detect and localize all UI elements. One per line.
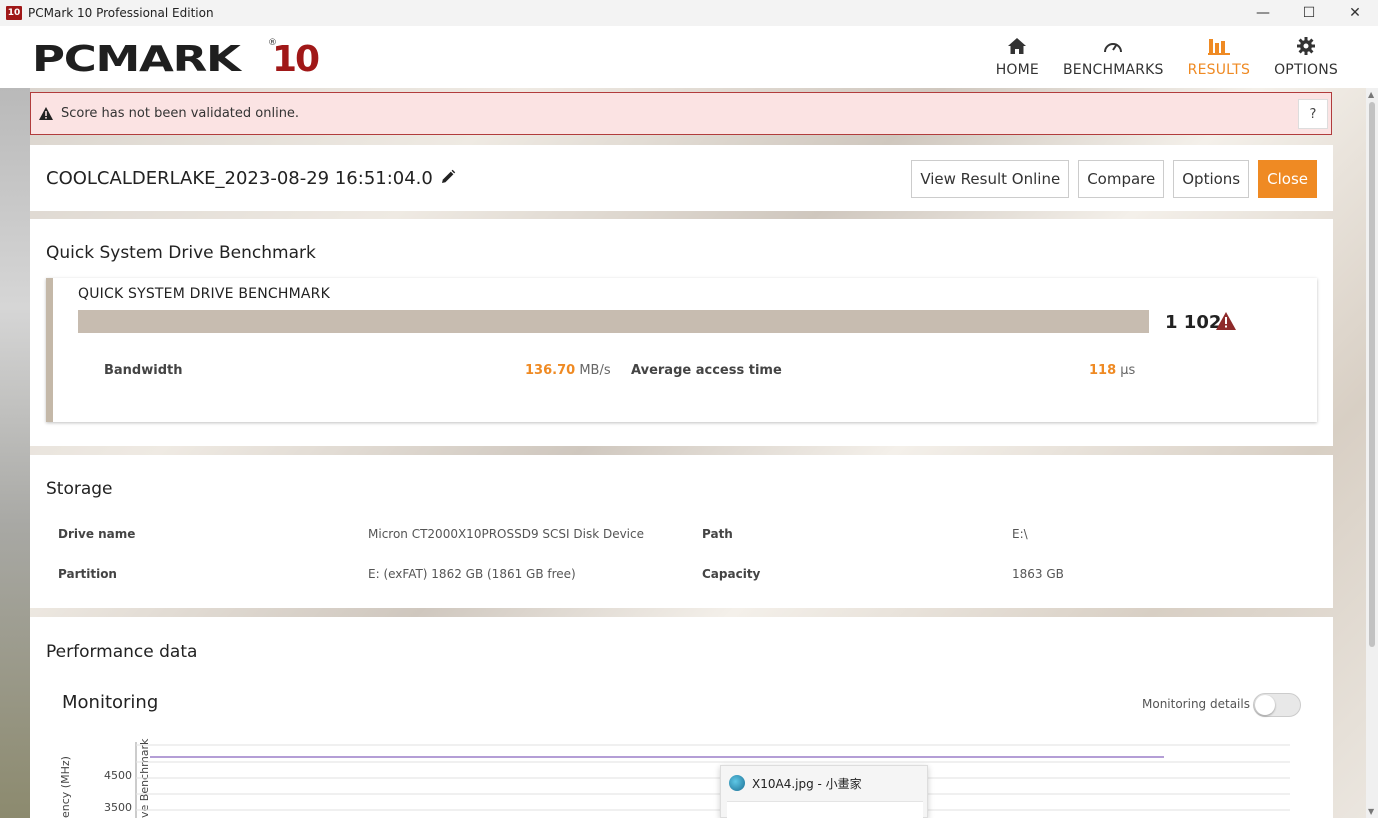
storage-panel: Storage Drive name Micron CT2000X10PROSS… xyxy=(30,455,1333,608)
score-warning-icon[interactable] xyxy=(1216,312,1236,330)
performance-panel: Performance data Monitoring Monitoring d… xyxy=(30,617,1333,818)
paint-app-icon xyxy=(729,775,745,791)
close-window-button[interactable]: ✕ xyxy=(1332,0,1378,26)
compare-button[interactable]: Compare xyxy=(1078,160,1165,198)
alert-message: Score has not been validated online. xyxy=(61,106,300,121)
toggle-knob xyxy=(1255,695,1275,715)
logo-number: 10 xyxy=(272,39,320,80)
nav-benchmarks-label: BENCHMARKS xyxy=(1062,62,1164,78)
chart-tick-label: 3500 xyxy=(104,801,132,814)
chart-tick-label: 4500 xyxy=(104,769,132,782)
bandwidth-value-group: 136.70 MB/s xyxy=(525,363,611,378)
app-icon: 10 xyxy=(6,6,22,20)
gear-icon xyxy=(1296,34,1316,58)
nav-benchmarks[interactable]: BENCHMARKS xyxy=(1051,34,1176,78)
minimize-button[interactable]: — xyxy=(1240,0,1286,26)
validation-alert: Score has not been validated online. ? xyxy=(30,92,1332,135)
page-scrollbar[interactable]: ▲ ▼ xyxy=(1366,88,1378,818)
gauge-icon xyxy=(1102,34,1124,58)
window-title: PCMark 10 Professional Edition xyxy=(28,6,214,20)
taskbar-preview-popup[interactable]: X10A4.jpg - 小畫家 xyxy=(720,765,928,818)
path-label: Path xyxy=(702,527,733,541)
drive-name-value: Micron CT2000X10PROSSD9 SCSI Disk Device xyxy=(368,527,644,541)
nav-home-label: HOME xyxy=(995,62,1039,78)
partition-label: Partition xyxy=(58,567,117,581)
performance-heading: Performance data xyxy=(46,642,198,662)
benchmark-panel: Quick System Drive Benchmark QUICK SYSTE… xyxy=(30,219,1333,446)
benchmark-score: 1 102 xyxy=(1165,312,1222,333)
logo-text: PCMARK xyxy=(32,39,241,80)
benchmark-score-card: QUICK SYSTEM DRIVE BENCHMARK 1 102 Bandw… xyxy=(46,278,1317,422)
help-button[interactable]: ? xyxy=(1298,99,1328,129)
nav-options[interactable]: OPTIONS xyxy=(1262,34,1350,78)
benchmark-card-title: QUICK SYSTEM DRIVE BENCHMARK xyxy=(78,286,330,302)
view-result-online-button[interactable]: View Result Online xyxy=(911,160,1070,198)
monitoring-details-toggle[interactable] xyxy=(1253,693,1301,717)
close-button[interactable]: Close xyxy=(1258,160,1317,198)
bandwidth-unit: MB/s xyxy=(579,363,611,378)
bandwidth-label: Bandwidth xyxy=(104,363,183,378)
chart-ylabel: ency (MHz) xyxy=(60,756,72,818)
preview-title: X10A4.jpg - 小畫家 xyxy=(752,777,862,791)
nav-results[interactable]: RESULTS xyxy=(1176,34,1262,78)
result-header: COOLCALDERLAKE_2023-08-29 16:51:04.0 Vie… xyxy=(30,145,1333,211)
warning-icon xyxy=(39,107,53,121)
scrollbar-thumb[interactable] xyxy=(1369,102,1375,647)
edit-pencil-icon[interactable] xyxy=(440,169,456,185)
scroll-up-arrow-icon[interactable]: ▲ xyxy=(1368,90,1374,99)
bandwidth-value: 136.70 xyxy=(525,363,576,378)
partition-value: E: (exFAT) 1862 GB (1861 GB free) xyxy=(368,567,576,581)
window-title-bar: 10 PCMark 10 Professional Edition — ☐ ✕ xyxy=(0,0,1378,26)
app-header: PCMARK ® 10 HOME BENCHMARKS RESULTS OPTI… xyxy=(0,26,1378,88)
access-time-unit: μs xyxy=(1120,363,1136,378)
bar-chart-icon xyxy=(1207,34,1230,58)
nav-results-label: RESULTS xyxy=(1187,62,1251,78)
options-button[interactable]: Options xyxy=(1173,160,1250,198)
drive-name-label: Drive name xyxy=(58,527,136,541)
access-time-value-group: 118 μs xyxy=(1089,363,1135,378)
scroll-down-arrow-icon[interactable]: ▼ xyxy=(1368,807,1374,816)
nav-home[interactable]: HOME xyxy=(984,34,1051,78)
main-nav: HOME BENCHMARKS RESULTS OPTIONS xyxy=(984,34,1350,78)
score-bar xyxy=(78,310,1149,333)
monitoring-chart: ency (MHz) ve Benchmark 4500 3500 xyxy=(60,738,1290,818)
preview-thumbnail[interactable] xyxy=(727,801,923,818)
storage-heading: Storage xyxy=(46,479,113,499)
capacity-label: Capacity xyxy=(702,567,761,581)
maximize-button[interactable]: ☐ xyxy=(1286,0,1332,26)
access-time-label: Average access time xyxy=(631,363,782,378)
monitoring-details-label: Monitoring details xyxy=(1142,697,1250,711)
monitoring-heading: Monitoring xyxy=(62,692,159,713)
pcmark-logo: PCMARK ® 10 xyxy=(32,38,320,80)
path-value: E:\ xyxy=(1012,527,1028,541)
nav-options-label: OPTIONS xyxy=(1274,62,1338,78)
result-name: COOLCALDERLAKE_2023-08-29 16:51:04.0 xyxy=(46,168,433,189)
capacity-value: 1863 GB xyxy=(1012,567,1064,581)
background-image-edge xyxy=(0,88,30,818)
access-time-value: 118 xyxy=(1089,363,1117,378)
home-icon xyxy=(1007,34,1027,58)
benchmark-heading: Quick System Drive Benchmark xyxy=(46,243,316,263)
